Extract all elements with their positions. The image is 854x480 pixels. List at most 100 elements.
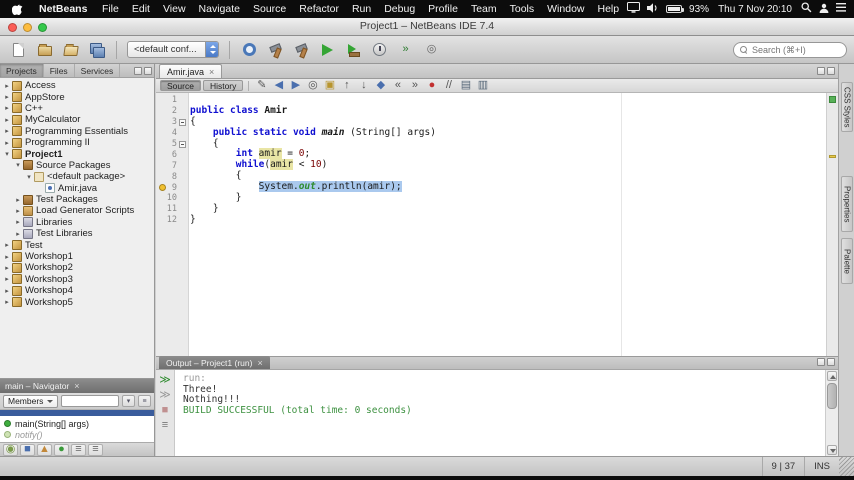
gutter-line-11[interactable]: 11 (156, 204, 188, 215)
quick-search-box[interactable] (733, 41, 847, 58)
code-line-12[interactable]: } (190, 214, 826, 226)
output-tab[interactable]: Output – Project1 (run) (159, 356, 270, 369)
tab-projects[interactable]: Projects (0, 64, 44, 77)
tree-expand-icon[interactable]: ▸ (3, 275, 11, 283)
tree-item-workshop4[interactable]: ▸ Workshop4 (0, 285, 154, 296)
next-bookmark-icon[interactable]: » (407, 80, 422, 92)
editor-maximize-icon[interactable] (827, 67, 835, 75)
resize-grip[interactable] (839, 457, 854, 476)
show-static-icon[interactable]: ▲ (37, 443, 52, 456)
tree-item-workshop2[interactable]: ▸ Workshop2 (0, 262, 154, 273)
output-close-icon[interactable] (257, 358, 262, 368)
menu-help[interactable]: Help (591, 3, 626, 15)
code-editor[interactable]: 1 2 3 4 5 6 7 8 9 10 11 12 public class Amir{ publi… (156, 93, 838, 356)
tree-item-test[interactable]: ▸ Test (0, 239, 154, 251)
code-line-4[interactable]: public static void main (String[] args) (190, 127, 826, 139)
diff-icon[interactable]: ▤ (458, 80, 473, 92)
editor-minimize-icon[interactable] (817, 67, 825, 75)
tree-item-amir-java[interactable]: Amir.java (0, 183, 154, 194)
tree-expand-icon[interactable]: ▸ (14, 230, 22, 238)
next-occurrence-icon[interactable]: ↓ (356, 80, 371, 92)
menu-refactor[interactable]: Refactor (293, 3, 346, 15)
gutter-line-12[interactable]: 12 (156, 215, 188, 226)
gutter-line-7[interactable]: 7 (156, 160, 188, 171)
navigator-options-button[interactable]: ≡ (138, 395, 151, 407)
tab-services[interactable]: Services (75, 64, 121, 77)
menu-profile[interactable]: Profile (422, 3, 465, 15)
code-fold-icon[interactable] (179, 118, 186, 126)
user-icon[interactable] (819, 3, 829, 16)
code-line-9[interactable]: System.out.println(amir); (190, 181, 826, 193)
tab-files[interactable]: Files (44, 64, 75, 77)
save-all-icon[interactable] (85, 39, 108, 61)
tree-item-appstore[interactable]: ▸ AppStore (0, 91, 154, 103)
tree-item-c[interactable]: ▸ C++ (0, 103, 154, 114)
comment-icon[interactable]: // (441, 80, 456, 92)
menu-file[interactable]: File (95, 3, 125, 15)
gutter-line-1[interactable]: 1 (156, 95, 188, 106)
navigator-filter-input[interactable] (61, 395, 119, 407)
navigator-item-clipped[interactable] (0, 410, 154, 416)
code-fold-icon[interactable] (179, 140, 186, 148)
tree-expand-icon[interactable]: ▸ (14, 196, 22, 204)
tree-item-default-package[interactable]: ▾ <default package> (0, 171, 154, 182)
menu-edit[interactable]: Edit (125, 3, 156, 15)
output-scrollbar[interactable] (825, 370, 838, 456)
highlight-occurrences-icon[interactable]: ▣ (322, 80, 337, 92)
sort-source-icon[interactable]: ≡ (88, 443, 103, 456)
navigator-sort-button[interactable]: ▾ (122, 395, 135, 407)
sort-alpha-icon[interactable]: ≡ (71, 443, 86, 456)
tree-item-workshop5[interactable]: ▸ Workshop5 (0, 296, 154, 308)
output-minimize-icon[interactable] (817, 358, 825, 366)
code-line-11[interactable]: } (190, 203, 826, 215)
menubar-clock[interactable]: Thu 7 Nov 20:10 (716, 4, 794, 15)
tree-expand-icon[interactable]: ▾ (14, 161, 22, 169)
tree-expand-icon[interactable]: ▸ (3, 82, 11, 90)
gutter-line-2[interactable]: 2 (156, 106, 188, 117)
apple-menu-icon[interactable] (12, 3, 23, 16)
editor-tab-amir-java[interactable]: Amir.java (159, 64, 223, 78)
volume-icon[interactable] (647, 2, 659, 16)
battery-icon[interactable] (666, 5, 685, 13)
prev-bookmark-icon[interactable]: « (390, 80, 405, 92)
menu-debug[interactable]: Debug (378, 3, 422, 15)
debug-icon[interactable] (342, 39, 365, 61)
back-icon[interactable]: ◀ (271, 80, 286, 92)
new-project-icon[interactable] (33, 39, 56, 61)
rerun-icon[interactable]: ≫ (158, 374, 172, 386)
dock-tab-properties[interactable]: Properties (840, 176, 853, 232)
panel-maximize-icon[interactable] (144, 66, 152, 75)
code-line-2[interactable]: public class Amir (190, 105, 826, 117)
tree-expand-icon[interactable]: ▾ (25, 173, 33, 181)
gutter-line-10[interactable]: 10 (156, 193, 188, 204)
forward-icon[interactable]: ▶ (288, 80, 303, 92)
run-icon[interactable] (316, 39, 339, 61)
insert-mode-indicator[interactable]: INS (804, 457, 839, 476)
tree-expand-icon[interactable]: ▸ (3, 298, 11, 306)
show-inherited-icon[interactable]: ◉ (3, 443, 18, 456)
new-file-icon[interactable] (7, 39, 30, 61)
window-title-bar[interactable]: Project1 – NetBeans IDE 7.4 (0, 18, 854, 36)
menu-run[interactable]: Run (345, 3, 377, 15)
tree-expand-icon[interactable]: ▸ (3, 287, 11, 295)
tree-expand-icon[interactable]: ▸ (3, 241, 11, 249)
tree-expand-icon[interactable]: ▸ (3, 253, 11, 261)
gutter-line-5[interactable]: 5 (156, 139, 188, 150)
window-minimize-button[interactable] (23, 22, 32, 32)
history-view-button[interactable]: History (202, 80, 244, 91)
menu-navigate[interactable]: Navigate (192, 3, 246, 15)
source-view-button[interactable]: Source (160, 80, 201, 91)
tree-expand-icon[interactable]: ▸ (3, 127, 11, 135)
tree-expand-icon[interactable]: ▸ (3, 116, 11, 124)
error-stripe[interactable] (826, 93, 838, 356)
record-macro-icon[interactable]: ● (424, 80, 439, 92)
tree-item-mycalculator[interactable]: ▸ MyCalculator (0, 114, 154, 125)
ant-settings-icon[interactable]: ≡ (158, 419, 172, 431)
last-edit-icon[interactable]: ✎ (254, 80, 269, 92)
window-zoom-button[interactable] (38, 22, 47, 32)
tree-item-workshop3[interactable]: ▸ Workshop3 (0, 274, 154, 285)
menu-window[interactable]: Window (541, 3, 591, 15)
spotlight-icon[interactable] (801, 2, 812, 16)
navigator-close-icon[interactable] (74, 381, 79, 391)
stop-icon[interactable]: ■ (158, 404, 172, 416)
